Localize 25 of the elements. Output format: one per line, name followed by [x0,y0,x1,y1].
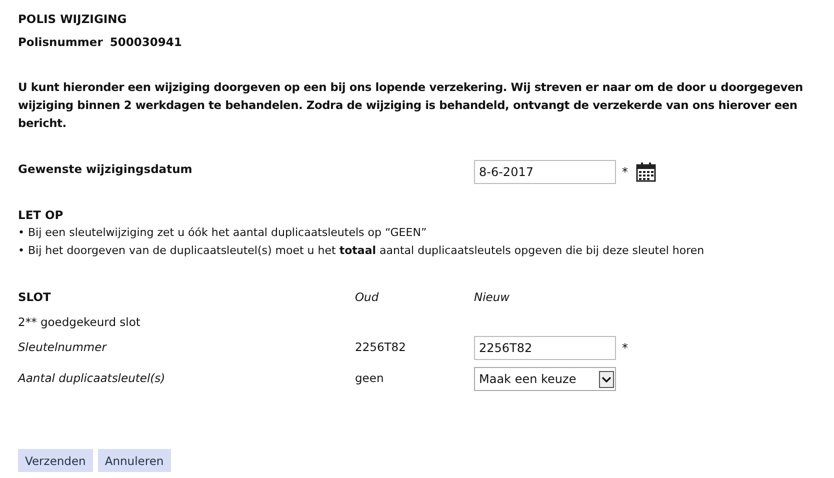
column-header: Nieuw [474,289,511,304]
caret-icon [599,370,614,388]
intro-text: U kunt hieronder een wijziging doorgeven op een bij ons lopende verzekering. Wij streven er naar om de door u doorgegeven wijziging binnen 2 werkdagen te behandelen. Zodra de wijziging is behandeld, ontvangt de verzekerde van ons hierover een bericht. [18,79,804,132]
form-button[interactable]: Verzenden [18,449,93,472]
page-title: POLIS WIJZIGING [18,12,128,26]
policy-number: 500030941 [110,35,182,49]
dropdown[interactable]: Maak een keuze [474,367,616,391]
field-label: Aantal duplicaatsleutel(s) [18,370,166,385]
calendar-icon[interactable] [636,162,656,182]
section-subtitle: 2** goedgekeurd slot [18,314,142,329]
field-label: Sleutelnummer [18,339,108,354]
notice-heading: LET OP [18,207,64,224]
old-value: geen [355,370,385,385]
required-mark: * [622,165,628,179]
policy-label: Polisnummer [18,35,103,49]
key-number-field[interactable]: 2256T82 [474,336,616,360]
section-heading: SLOT [18,289,52,304]
field-label: Gewenste wijzigingsdatum [18,161,194,176]
form-button[interactable]: Annuleren [98,449,171,472]
old-value: 2256T82 [355,339,407,354]
date-field[interactable]: 8-6-2017 [474,160,616,184]
column-header: Oud [355,289,380,304]
required-mark: * [622,341,628,355]
notice-line: • Bij een sleutelwijziging zet u óók het aantal duplicaatsleutels op “GEEN” [18,225,428,241]
notice-line: • Bij het doorgeven van de duplicaatsleutel(s) moet u het totaal aantal duplicaatsleutels opgeven die bij deze sleutel horen [18,243,706,259]
